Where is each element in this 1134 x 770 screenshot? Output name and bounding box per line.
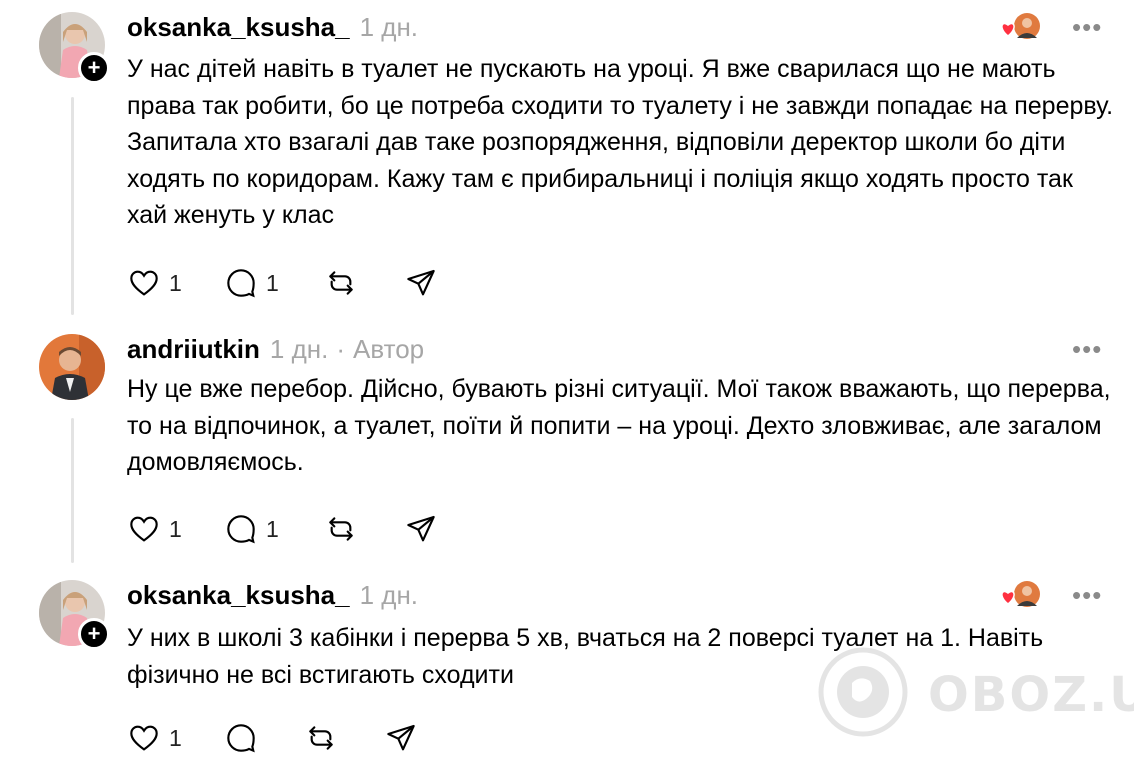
comment-text: У нас дітей навіть в туалет не пускають …: [127, 55, 1114, 229]
globe-logo-icon: [818, 647, 908, 737]
timestamp[interactable]: 1 дн.: [270, 334, 328, 364]
comment-header: andriiutkin 1 дн. · Автор: [127, 334, 424, 365]
more-options-icon[interactable]: •••: [1072, 12, 1102, 43]
watermark-text: OBOZ.UA: [928, 667, 1134, 723]
username[interactable]: andriiutkin: [127, 334, 260, 364]
thread-line: [71, 97, 74, 315]
avatar[interactable]: [39, 334, 105, 400]
liked-by-author-indicator: [1000, 580, 1044, 610]
reply-count: 1: [266, 515, 279, 542]
comment-text: Ну це вже перебор. Дійсно, бувають різні…: [127, 375, 1111, 476]
repost-button[interactable]: [304, 720, 338, 756]
timestamp[interactable]: 1 дн.: [360, 12, 418, 42]
like-button[interactable]: 1: [127, 511, 182, 547]
comment-bubble-icon: [227, 515, 255, 544]
repost-icon: [329, 517, 353, 541]
repost-icon: [309, 726, 333, 750]
separator-dot: ·: [336, 334, 346, 364]
reply-button[interactable]: 1: [224, 265, 279, 301]
thread-line: [71, 418, 74, 563]
share-button[interactable]: [404, 511, 438, 547]
reply-button[interactable]: 1: [224, 511, 279, 547]
share-button[interactable]: [384, 720, 418, 756]
follow-plus-icon[interactable]: +: [78, 52, 110, 84]
send-icon: [407, 515, 435, 542]
comment-header: oksanka_ksusha_ 1 дн.: [127, 12, 418, 43]
reply-count: 1: [266, 269, 279, 296]
send-icon: [387, 724, 415, 751]
like-count: 1: [169, 515, 182, 542]
username[interactable]: oksanka_ksusha_: [127, 12, 350, 42]
author-badge: Автор: [353, 334, 425, 364]
timestamp[interactable]: 1 дн.: [360, 580, 418, 610]
heart-icon: [130, 516, 158, 542]
heart-icon: [1001, 22, 1015, 37]
like-button[interactable]: 1: [127, 720, 182, 756]
username[interactable]: oksanka_ksusha_: [127, 580, 350, 610]
follow-plus-icon[interactable]: +: [78, 618, 110, 650]
repost-icon: [329, 271, 353, 295]
send-icon: [407, 269, 435, 296]
reply-button[interactable]: [224, 720, 266, 756]
like-count: 1: [169, 269, 182, 296]
repost-button[interactable]: [324, 265, 358, 301]
comment-header: oksanka_ksusha_ 1 дн.: [127, 580, 418, 611]
heart-icon: [1001, 590, 1015, 605]
like-count: 1: [169, 724, 182, 751]
watermark: OBOZ.UA: [818, 647, 1134, 737]
heart-icon: [130, 725, 158, 751]
comment-bubble-icon: [227, 269, 255, 298]
repost-button[interactable]: [324, 511, 358, 547]
liked-by-author-indicator: [1000, 12, 1044, 42]
like-button[interactable]: 1: [127, 265, 182, 301]
heart-icon: [130, 270, 158, 296]
comment-bubble-icon: [227, 724, 255, 753]
more-options-icon[interactable]: •••: [1072, 334, 1102, 365]
more-options-icon[interactable]: •••: [1072, 580, 1102, 611]
share-button[interactable]: [404, 265, 438, 301]
